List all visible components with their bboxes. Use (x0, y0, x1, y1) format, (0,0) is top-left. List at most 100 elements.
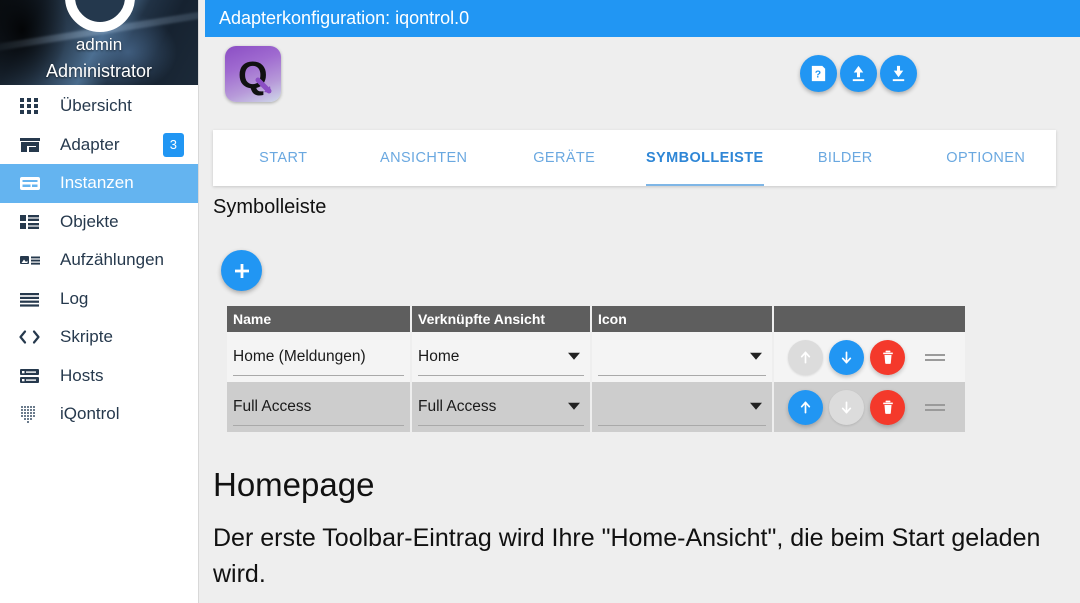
column-header-icon: Icon (592, 306, 774, 332)
table-row: Full Access Full Access (227, 382, 965, 432)
tab-symbolleiste[interactable]: SYMBOLLEISTE (635, 130, 776, 186)
delete-button[interactable] (870, 339, 905, 375)
field-underline (598, 375, 766, 376)
arrow-up-icon (800, 351, 811, 363)
sidebar-item-label: Aufzählungen (60, 250, 164, 270)
user-role: Administrator (45, 61, 153, 81)
sidebar-item-label: Objekte (60, 211, 119, 231)
cell-icon-select[interactable] (592, 332, 774, 382)
download-button[interactable] (880, 55, 917, 92)
drag-handle[interactable] (925, 353, 945, 361)
sidebar-item-hosts[interactable]: Hosts (0, 357, 198, 396)
tab-ansichten[interactable]: ANSICHTEN (354, 130, 495, 186)
tab-geraete[interactable]: GERÄTE (494, 130, 635, 186)
column-header-view: Verknüpfte Ansicht (412, 306, 592, 332)
field-underline (233, 375, 404, 376)
help-button[interactable]: ? (800, 55, 837, 92)
iqontrol-dots-icon (18, 402, 48, 426)
user-name: admin (75, 35, 123, 54)
grid-dots-icon (18, 94, 48, 118)
sidebar-item-label: Adapter (60, 134, 120, 154)
row-name-value: Full Access (233, 398, 312, 415)
toolbar-table: Name Verknüpfte Ansicht Icon Home (Meldu… (227, 306, 965, 432)
tab-bilder[interactable]: BILDER (775, 130, 916, 186)
field-underline (418, 375, 584, 376)
move-up-button[interactable] (788, 389, 823, 425)
iqontrol-q-logo: Q (225, 46, 281, 102)
app-root: admin Administrator Übersicht Adapter 3 … (0, 0, 1080, 603)
sidebar-item-aufzaehlungen[interactable]: Aufzählungen (0, 241, 198, 280)
cell-actions (774, 382, 965, 432)
plus-icon (234, 263, 249, 278)
chevron-down-icon (568, 352, 580, 360)
sidebar-item-log[interactable]: Log (0, 280, 198, 319)
tab-bar: START ANSICHTEN GERÄTE SYMBOLLEISTE BILD… (213, 130, 1056, 186)
sidebar-item-label: Hosts (60, 365, 104, 385)
move-down-button[interactable] (829, 339, 864, 375)
cell-name[interactable]: Home (Meldungen) (227, 332, 412, 382)
download-icon (892, 65, 905, 82)
delete-button[interactable] (870, 389, 905, 425)
svg-text:?: ? (815, 69, 821, 80)
sidebar: admin Administrator Übersicht Adapter 3 … (0, 0, 199, 603)
chevron-down-icon (568, 402, 580, 410)
cell-icon-select[interactable] (592, 382, 774, 432)
page-title: Adapterkonfiguration: iqontrol.0 (205, 0, 1080, 37)
cell-linked-view-select[interactable]: Home (412, 332, 592, 382)
move-up-button[interactable] (788, 339, 823, 375)
sidebar-item-label: Log (60, 288, 89, 308)
move-down-button[interactable] (829, 389, 864, 425)
drag-handle[interactable] (925, 403, 945, 411)
row-view-value: Full Access (418, 398, 497, 415)
avatar (65, 0, 135, 32)
sidebar-item-instanzen[interactable]: Instanzen (0, 164, 198, 203)
add-row-button[interactable] (221, 250, 262, 291)
sidebar-item-label: Skripte (60, 327, 113, 347)
image-list-icon (18, 248, 48, 272)
sidebar-item-label: Instanzen (60, 173, 134, 193)
list-blocks-icon (18, 210, 48, 234)
sidebar-item-uebersicht[interactable]: Übersicht (0, 87, 198, 126)
code-brackets-icon (18, 325, 48, 349)
field-underline (233, 425, 404, 426)
arrow-down-icon (841, 401, 852, 413)
sidebar-menu: Übersicht Adapter 3 Instanzen Objekte Au… (0, 85, 198, 434)
column-header-name: Name (227, 306, 412, 332)
sidebar-item-skripte[interactable]: Skripte (0, 318, 198, 357)
arrow-down-icon (841, 351, 852, 363)
lines-icon (18, 287, 48, 311)
sidebar-item-label: Übersicht (60, 96, 132, 116)
cell-actions (774, 332, 965, 382)
row-view-value: Home (418, 348, 460, 365)
sidebar-item-adapter[interactable]: Adapter 3 (0, 126, 198, 165)
field-underline (598, 425, 766, 426)
trash-icon (882, 400, 893, 414)
section-title: Symbolleiste (213, 196, 327, 218)
homepage-heading: Homepage (213, 466, 375, 503)
instances-icon (18, 171, 48, 195)
adapter-toolbar: Q ? (205, 37, 1080, 120)
column-header-actions (774, 306, 965, 332)
status-badge: 3 (162, 132, 184, 157)
main-content: Adapterkonfiguration: iqontrol.0 Q ? STA… (199, 0, 1080, 603)
tab-optionen[interactable]: OPTIONEN (916, 130, 1057, 186)
table-header-row: Name Verknüpfte Ansicht Icon (227, 306, 965, 332)
cell-linked-view-select[interactable]: Full Access (412, 382, 592, 432)
sidebar-item-label: iQontrol (60, 404, 120, 424)
sidebar-user-header: admin Administrator (0, 0, 198, 85)
server-icon (18, 364, 48, 388)
store-icon (18, 133, 48, 157)
sidebar-item-iqontrol[interactable]: iQontrol (0, 395, 198, 434)
cell-name[interactable]: Full Access (227, 382, 412, 432)
upload-icon (852, 65, 865, 82)
chevron-down-icon (750, 352, 762, 360)
table-row: Home (Meldungen) Home (227, 332, 965, 382)
arrow-up-icon (800, 401, 811, 413)
upload-button[interactable] (840, 55, 877, 92)
field-underline (418, 425, 584, 426)
svg-text:Q: Q (238, 55, 268, 97)
chevron-down-icon (750, 402, 762, 410)
tab-start[interactable]: START (213, 130, 354, 186)
sidebar-item-objekte[interactable]: Objekte (0, 203, 198, 242)
trash-icon (882, 350, 893, 364)
